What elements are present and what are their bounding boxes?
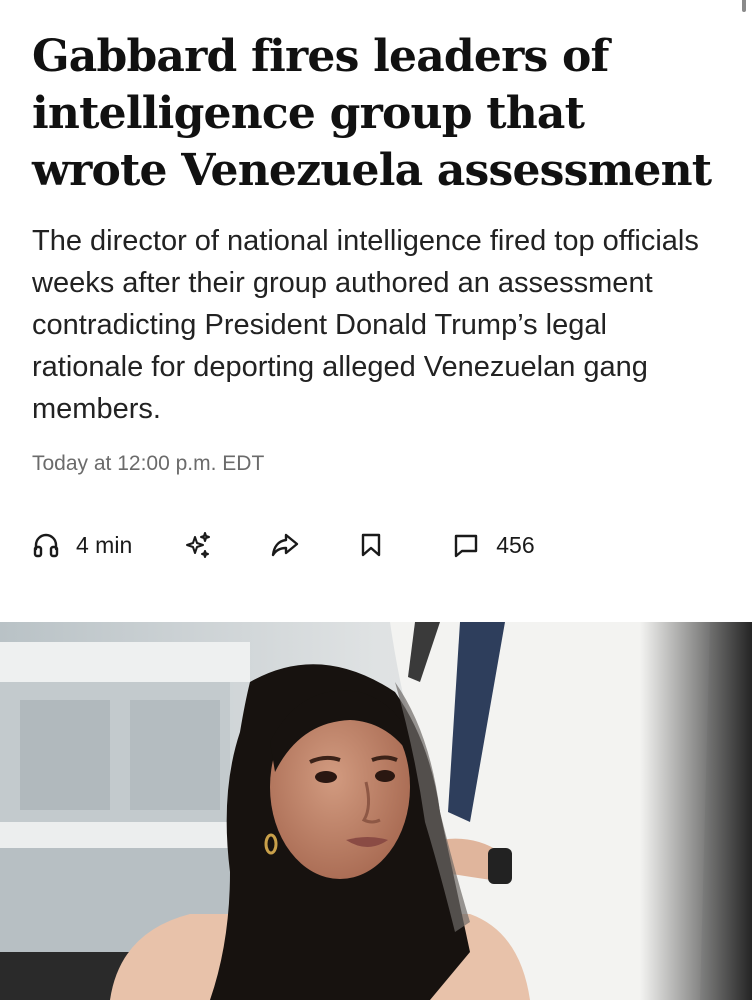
headphones-icon <box>32 531 60 559</box>
scroll-indicator[interactable] <box>742 0 746 12</box>
article-summary: The director of national intelligence fi… <box>32 225 699 425</box>
article-action-bar: 4 min 456 <box>32 526 535 564</box>
article-header: Gabbard fires leaders of intelligence gr… <box>32 28 722 476</box>
share-arrow-icon <box>270 530 300 560</box>
lead-photo <box>0 622 752 1000</box>
bookmark-icon <box>358 531 384 559</box>
timestamp: Today at 12:00 p.m. EDT <box>32 452 265 475</box>
comment-icon <box>452 531 480 559</box>
headline: Gabbard fires leaders of intelligence gr… <box>32 31 712 196</box>
sparkle-icon <box>182 530 212 560</box>
bookmark-button[interactable] <box>358 531 384 559</box>
share-button[interactable] <box>270 530 300 560</box>
comment-count: 456 <box>496 531 535 558</box>
ai-summary-button[interactable] <box>182 530 212 560</box>
listen-duration: 4 min <box>76 531 133 558</box>
listen-button[interactable]: 4 min <box>32 531 132 559</box>
comments-button[interactable]: 456 <box>452 531 535 559</box>
